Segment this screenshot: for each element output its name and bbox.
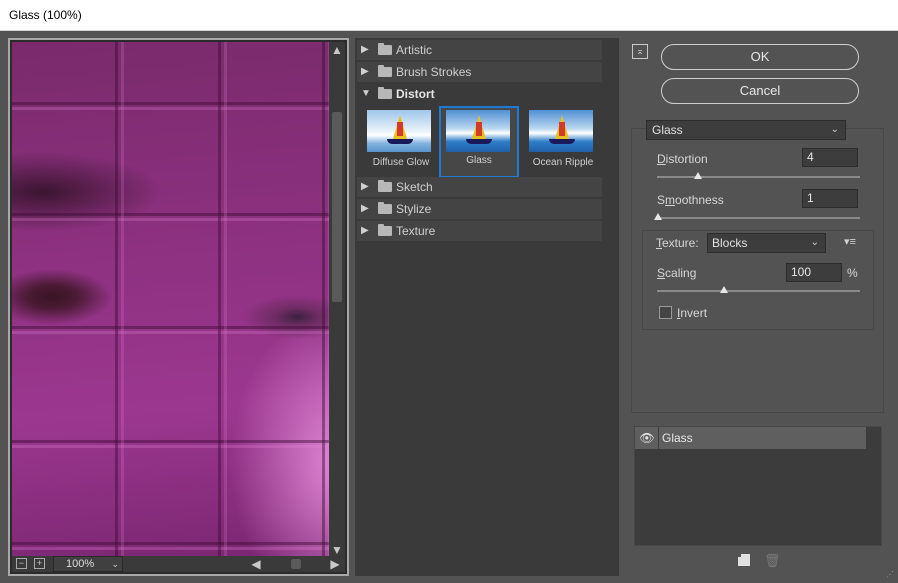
resize-grip-icon[interactable]: ⋰ <box>886 570 894 579</box>
folder-icon <box>378 65 392 77</box>
scaling-input[interactable]: 100 <box>786 263 842 282</box>
category-texture[interactable]: ▶ Texture <box>357 221 602 241</box>
texture-select-value: Blocks <box>712 236 748 250</box>
smoothness-label: Smoothness <box>657 193 724 207</box>
filter-select-value: Glass <box>652 123 683 137</box>
distort-thumbnails: Diffuse Glow Glass Ocean Ripple <box>357 106 602 186</box>
filter-thumb-diffuse-glow[interactable]: Diffuse Glow <box>361 106 441 178</box>
horizontal-scroll-thumb[interactable] <box>291 559 301 569</box>
category-brush-strokes[interactable]: ▶ Brush Strokes <box>357 62 602 82</box>
scaling-slider-handle[interactable] <box>720 286 728 293</box>
category-artistic[interactable]: ▶ Artistic <box>357 40 602 60</box>
collapse-gallery-icon[interactable]: ⌅ <box>632 44 648 59</box>
chevron-down-icon: ⌄ <box>111 559 119 569</box>
distortion-input[interactable]: 4 <box>802 148 858 167</box>
zoom-level-select[interactable]: 100% ⌄ <box>53 556 123 572</box>
invert-checkbox[interactable] <box>659 306 672 319</box>
filter-select[interactable]: Glass ⌄ <box>646 120 846 140</box>
effect-layer-label: Glass <box>662 431 693 445</box>
scroll-left-icon[interactable]: ◀ <box>248 556 264 572</box>
folder-icon <box>378 87 392 99</box>
thumbnail-label: Ocean Ripple <box>532 157 594 168</box>
effect-layer-row[interactable]: 👁 Glass <box>635 427 866 449</box>
thumbnail-image <box>529 110 593 152</box>
category-label: Texture <box>396 224 436 238</box>
smoothness-slider-handle[interactable] <box>654 213 662 220</box>
texture-select[interactable]: Blocks ⌄ <box>707 233 826 253</box>
category-label: Sketch <box>396 180 433 194</box>
cancel-button[interactable]: Cancel <box>661 78 859 104</box>
collapse-triangle-icon: ▼ <box>361 88 371 99</box>
eye-icon[interactable]: 👁 <box>639 431 655 445</box>
category-label: Artistic <box>396 43 432 57</box>
zoom-level-value: 100% <box>66 558 95 570</box>
distortion-slider-handle[interactable] <box>694 172 702 179</box>
scroll-right-icon[interactable]: ▶ <box>327 556 343 572</box>
smoothness-slider-track[interactable] <box>657 217 860 219</box>
folder-icon <box>378 202 392 214</box>
expand-triangle-icon: ▶ <box>361 44 369 55</box>
delete-effect-layer-icon[interactable]: 🗑 <box>764 553 781 569</box>
expand-triangle-icon: ▶ <box>361 225 369 236</box>
zoom-in-button[interactable]: + <box>34 558 45 569</box>
scaling-unit: % <box>847 266 858 280</box>
category-label: Brush Strokes <box>396 65 472 79</box>
texture-menu-icon[interactable]: ▾≡ <box>844 235 856 248</box>
category-label: Distort <box>396 87 435 101</box>
smoothness-input[interactable]: 1 <box>802 189 858 208</box>
thumbnail-image <box>446 110 510 152</box>
scroll-up-icon[interactable]: ▲ <box>329 42 345 58</box>
scaling-label: Scaling <box>657 266 697 280</box>
effect-layers-list: 👁 Glass <box>634 426 882 546</box>
folder-icon <box>378 43 392 55</box>
invert-label: Invert <box>677 306 708 320</box>
scaling-slider-track[interactable] <box>657 290 860 292</box>
thumbnail-label: Diffuse Glow <box>372 157 430 168</box>
expand-triangle-icon: ▶ <box>361 203 369 214</box>
filter-thumb-glass[interactable]: Glass <box>439 106 519 178</box>
distortion-label: Distortion <box>657 152 708 166</box>
texture-label: Texture: <box>656 236 702 250</box>
chevron-down-icon: ⌄ <box>810 237 819 248</box>
new-effect-layer-icon[interactable] <box>735 551 750 566</box>
chevron-down-icon: ⌄ <box>830 124 839 135</box>
zoom-out-button[interactable]: − <box>16 558 27 569</box>
filter-gallery: ▶ Artistic ▶ Brush Strokes ▼ Distort Dif… <box>355 38 619 576</box>
filter-thumb-ocean-ripple[interactable]: Ocean Ripple <box>523 106 603 178</box>
category-sketch[interactable]: ▶ Sketch <box>357 177 602 197</box>
preview-horizontal-scrollbar[interactable]: ◀ ▶ <box>248 556 343 572</box>
category-label: Stylize <box>396 202 432 216</box>
expand-triangle-icon: ▶ <box>361 181 369 192</box>
preview-vertical-scrollbar[interactable]: ▲ ▼ <box>329 42 345 558</box>
expand-triangle-icon: ▶ <box>361 66 369 77</box>
folder-icon <box>378 180 392 192</box>
preview-bottom-bar: − + 100% ⌄ ◀ ▶ <box>12 556 345 572</box>
preview-pane: ▲ ▼ − + 100% ⌄ ◀ ▶ <box>8 38 349 576</box>
preview-image[interactable] <box>12 42 331 558</box>
vertical-scroll-thumb[interactable] <box>332 112 342 302</box>
category-distort[interactable]: ▼ Distort <box>357 84 602 104</box>
filter-gallery-dialog: ▲ ▼ − + 100% ⌄ ◀ ▶ ▶ Artistic ▶ Brush St… <box>0 31 898 583</box>
thumbnail-image <box>367 110 431 152</box>
folder-icon <box>378 224 392 236</box>
ok-button[interactable]: OK <box>661 44 859 70</box>
distortion-slider-track[interactable] <box>657 176 860 178</box>
thumbnail-label: Glass <box>466 155 492 166</box>
category-stylize[interactable]: ▶ Stylize <box>357 199 602 219</box>
window-title: Glass (100%) <box>0 0 898 31</box>
